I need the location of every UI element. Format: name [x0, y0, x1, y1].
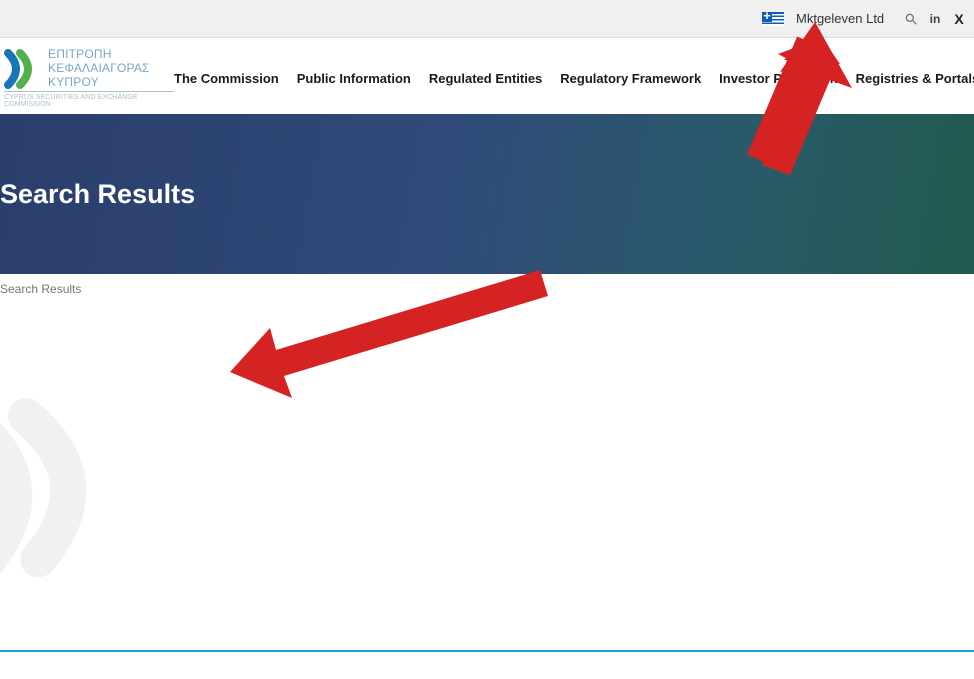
logo-line3: ΚΥΠΡΟΥ [48, 76, 150, 90]
breadcrumb-text: Search Results [0, 282, 81, 296]
logo-glyph-icon [4, 49, 44, 89]
breadcrumb: Search Results [0, 274, 974, 296]
nav-investor-protection[interactable]: Investor Protection [719, 71, 837, 86]
nav-regulatory-framework[interactable]: Regulatory Framework [560, 71, 701, 86]
hero-banner: Search Results [0, 114, 974, 274]
greece-flag-icon[interactable] [762, 12, 784, 26]
search-input[interactable] [796, 11, 896, 26]
page-title: Search Results [0, 179, 195, 210]
search-icon[interactable] [902, 10, 920, 28]
logo-subtitle: CYPRUS SECURITIES AND EXCHANGE COMMISSIO… [4, 91, 174, 108]
x-social-icon[interactable]: X [950, 10, 968, 28]
linkedin-icon[interactable]: in [926, 10, 944, 28]
watermark-icon [0, 369, 149, 604]
main-nav: The Commission Public Information Regula… [174, 71, 974, 86]
footer-space [0, 652, 974, 679]
nav-registries-portals[interactable]: Registries & Portals [856, 71, 974, 86]
topbar: in X [0, 0, 974, 38]
header: ΕΠΙΤΡΟΠΗ ΚΕΦΑΛΑΙΑΓΟΡΑΣ ΚΥΠΡΟΥ CYPRUS SEC… [0, 38, 974, 114]
logo-text: ΕΠΙΤΡΟΠΗ ΚΕΦΑΛΑΙΑΓΟΡΑΣ ΚΥΠΡΟΥ [48, 48, 150, 89]
search-results-area [0, 296, 974, 636]
logo[interactable]: ΕΠΙΤΡΟΠΗ ΚΕΦΑΛΑΙΑΓΟΡΑΣ ΚΥΠΡΟΥ CYPRUS SEC… [4, 48, 174, 108]
nav-the-commission[interactable]: The Commission [174, 71, 279, 86]
nav-regulated-entities[interactable]: Regulated Entities [429, 71, 542, 86]
nav-public-information[interactable]: Public Information [297, 71, 411, 86]
logo-line1: ΕΠΙΤΡΟΠΗ [48, 48, 150, 62]
logo-line2: ΚΕΦΑΛΑΙΑΓΟΡΑΣ [48, 62, 150, 76]
